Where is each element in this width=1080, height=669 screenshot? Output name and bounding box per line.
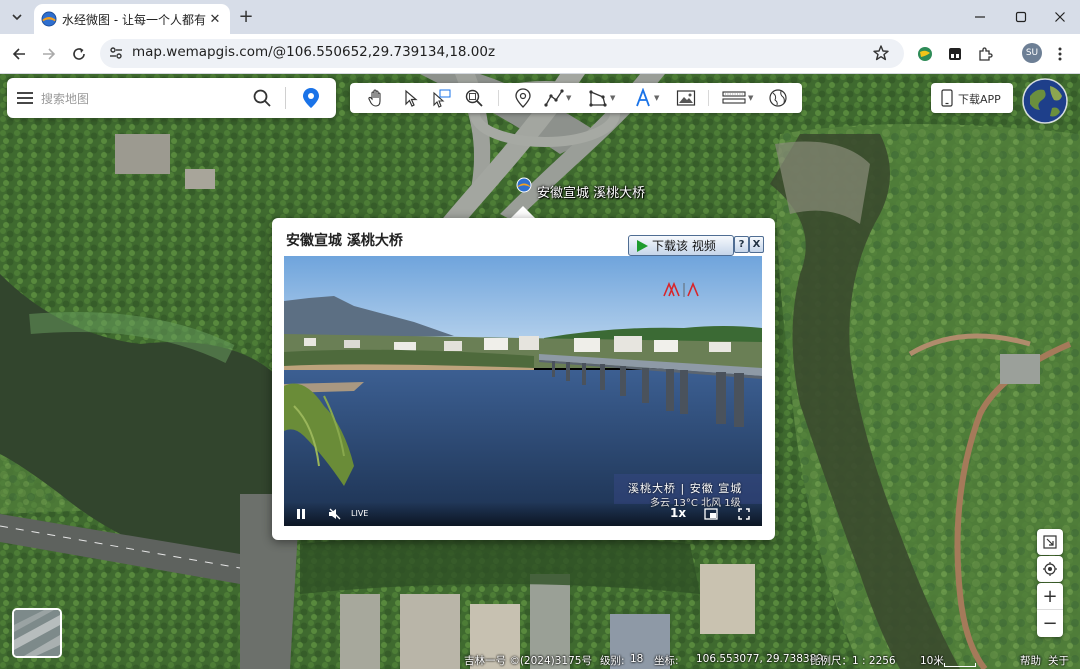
coordinate-value: 106.553077, 29.738389 — [696, 653, 823, 665]
map-search-input[interactable] — [39, 87, 253, 111]
text-icon[interactable]: ▼ — [634, 87, 659, 109]
map-status-bar: 吉林一号 ©(2024)3175号 级别: 18 坐标: 106.553077,… — [0, 651, 1080, 669]
pause-icon[interactable] — [296, 507, 306, 521]
phone-icon — [941, 89, 953, 107]
polygon-icon[interactable]: ▼ — [588, 87, 615, 109]
box-select-icon[interactable] — [432, 87, 452, 109]
extension-reader-icon[interactable] — [945, 44, 965, 64]
tab-list-chevron-icon[interactable] — [6, 7, 28, 27]
live-video-player[interactable]: 溪桃大桥 | 安徽 宣城 多云 13°C 北风 1级 LIVE 1x — [284, 256, 762, 526]
menu-icon[interactable] — [16, 89, 34, 107]
earth-globe-icon[interactable] — [1022, 78, 1068, 124]
picture-in-picture-icon[interactable] — [704, 507, 718, 521]
popup-title: 安徽宣城 溪桃大桥 — [286, 233, 403, 249]
zoom-level-value: 18 — [630, 653, 644, 665]
back-arrow-icon[interactable] — [7, 42, 31, 66]
download-video-button[interactable]: 下载该 视频 — [628, 235, 734, 256]
zoom-level-label: 级别: — [600, 655, 625, 667]
new-tab-button[interactable]: + — [236, 7, 256, 27]
about-link[interactable]: 关于 — [1048, 653, 1069, 668]
fullscreen-map-icon[interactable] — [1037, 529, 1063, 555]
close-button[interactable]: X — [749, 236, 764, 253]
profile-avatar[interactable]: SU — [1022, 43, 1042, 63]
polyline-icon[interactable]: ▼ — [544, 87, 571, 109]
camera-marker-icon[interactable] — [516, 177, 532, 193]
scale-bar — [944, 663, 976, 667]
globe-icon[interactable] — [768, 87, 788, 109]
download-app-label: 下载APP — [958, 93, 1001, 106]
browser-menu-icon[interactable] — [1050, 44, 1070, 64]
reload-icon[interactable] — [67, 42, 91, 66]
browser-tab[interactable]: 水经微图 - 让每一个人都有自己 ✕ — [34, 4, 230, 34]
zoom-area-icon[interactable] — [464, 87, 484, 109]
minimize-button[interactable] — [960, 4, 1000, 30]
satellite-map[interactable]: ▼ ▼ ▼ ▼ 下载APP — [0, 74, 1080, 669]
playback-speed-button[interactable]: 1x — [670, 506, 686, 520]
help-link[interactable]: 帮助 — [1020, 653, 1041, 668]
scale-bar-label: 10米 — [920, 655, 944, 667]
toolbar-separator — [708, 90, 709, 106]
live-label: LIVE — [351, 509, 369, 518]
browser-toolbar: map.wemapgis.com/@106.550652,29.739134,1… — [0, 34, 1080, 74]
imagery-source: 吉林一号 ©(2024)3175号 — [464, 655, 592, 667]
search-divider — [285, 87, 286, 109]
play-icon — [637, 239, 648, 252]
extensions-puzzle-icon[interactable] — [975, 44, 995, 64]
my-location-icon[interactable] — [1037, 556, 1063, 582]
toolbar-separator — [498, 90, 499, 106]
point-marker-icon[interactable] — [514, 87, 532, 109]
layers-icon[interactable]: ▼ — [722, 87, 753, 109]
scale-ratio: 比例尺：1 : 2256 — [810, 655, 896, 667]
download-video-label: 下载该 视频 — [652, 239, 716, 253]
bookmark-star-icon[interactable] — [872, 44, 890, 62]
extension-globe-icon[interactable] — [915, 44, 935, 64]
marker-label[interactable]: 安徽宣城 溪桃大桥 — [537, 182, 645, 201]
fullscreen-icon[interactable] — [738, 507, 750, 521]
zoom-controls: + − — [1037, 583, 1063, 637]
site-info-icon[interactable] — [108, 45, 124, 61]
map-search-panel — [7, 78, 336, 118]
search-icon[interactable] — [252, 88, 272, 108]
video-popup: 安徽宣城 溪桃大桥 下载该 视频 ? X 溪桃大桥 | 安徽 宣城 LIVE 1… — [272, 218, 775, 540]
address-bar[interactable]: map.wemapgis.com/@106.550652,29.739134,1… — [100, 39, 904, 68]
zoom-in-button[interactable]: + — [1037, 583, 1063, 610]
tab-close-icon[interactable]: ✕ — [206, 10, 224, 28]
location-pin-icon[interactable] — [301, 87, 321, 109]
close-window-button[interactable] — [1040, 4, 1080, 30]
url-text[interactable]: map.wemapgis.com/@106.550652,29.739134,1… — [132, 44, 495, 60]
maximize-button[interactable] — [1001, 4, 1041, 30]
help-button[interactable]: ? — [734, 236, 749, 253]
select-icon[interactable] — [402, 87, 420, 109]
tab-title: 水经微图 - 让每一个人都有自己 — [62, 13, 206, 27]
china-tower-logo — [663, 281, 699, 297]
download-app-button[interactable]: 下载APP — [931, 83, 1013, 113]
pan-icon[interactable] — [366, 87, 386, 109]
forward-arrow-icon[interactable] — [37, 42, 61, 66]
zoom-out-button[interactable]: − — [1037, 610, 1063, 637]
video-controls: LIVE 1x — [284, 502, 762, 526]
coordinate-label: 坐标: — [654, 655, 679, 667]
site-favicon-icon — [41, 11, 57, 27]
map-toolbar: ▼ ▼ ▼ ▼ — [350, 83, 802, 113]
browser-tab-bar: 水经微图 - 让每一个人都有自己 ✕ + — [0, 0, 1080, 34]
image-icon[interactable] — [676, 87, 696, 109]
mute-icon[interactable] — [328, 507, 342, 521]
